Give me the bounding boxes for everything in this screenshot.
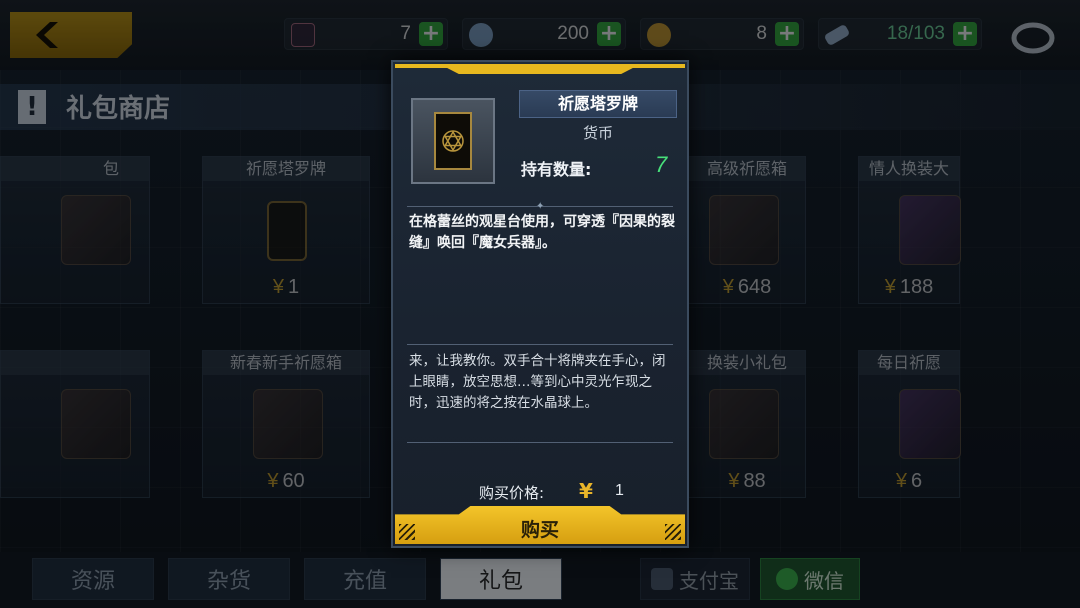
item-type: 货币 — [582, 124, 613, 142]
item-flavor-text: 来，让我教你。双手合十将牌夹在手心，闭上眼睛，放空思想…等到心中灵光乍现之时，迅… — [409, 353, 666, 411]
owned-label: 持有数量: — [521, 160, 592, 179]
divider — [407, 344, 673, 345]
divider — [407, 442, 673, 443]
yen-icon: ¥ — [579, 479, 593, 503]
item-name: 祈愿塔罗牌 — [519, 90, 677, 118]
divider-star-icon: ✦ — [536, 201, 545, 212]
dialog-top-accent — [395, 64, 685, 74]
price-value: 1 — [615, 482, 624, 499]
buy-button-label: 购买 — [520, 518, 559, 541]
stripe-decoration — [399, 524, 415, 540]
price-label: 购买价格: — [479, 484, 545, 502]
item-detail-dialog: 祈愿塔罗牌 货币 持有数量: 7 ✦ 在格蕾丝的观星台使用，可穿透『因果的裂缝』… — [391, 60, 689, 548]
item-icon-frame — [411, 98, 495, 184]
tarot-card-icon — [434, 112, 472, 170]
owned-value: 7 — [655, 152, 668, 177]
item-description: 在格蕾丝的观星台使用，可穿透『因果的裂缝』唤回『魔女兵器』。 — [409, 214, 675, 251]
stripe-decoration — [665, 524, 681, 540]
buy-button[interactable]: 购买 — [395, 506, 685, 544]
